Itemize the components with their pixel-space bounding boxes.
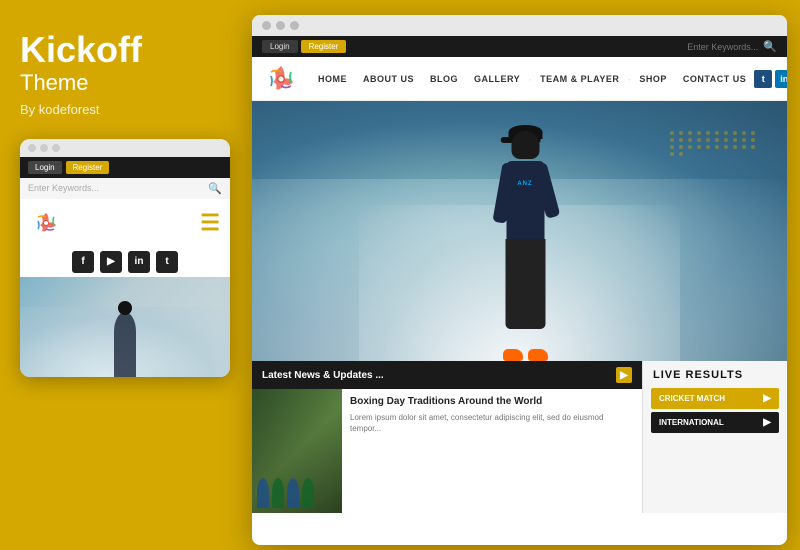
- live-results-panel: LIVE RESULTS CRICKET MATCH ▶ INTERNATION…: [642, 361, 787, 513]
- desktop-search-input[interactable]: [641, 42, 758, 52]
- chrome-dot-2: [40, 144, 48, 152]
- mobile-register-button[interactable]: Register: [66, 161, 110, 174]
- mobile-search-bar: Enter Keywords... 🔍: [20, 178, 230, 199]
- news-thumbnail: [252, 389, 342, 513]
- player-fig-4: [302, 478, 314, 508]
- news-article-body: Lorem ipsum dolor sit amet, consectetur …: [350, 412, 634, 434]
- player-fig-2: [272, 478, 284, 508]
- news-header: Latest News & Updates ... ▶: [252, 361, 642, 389]
- bottom-section: Latest News & Updates ... ▶ Boxing Day T…: [252, 361, 787, 513]
- hero-section: ANZ: [252, 101, 787, 361]
- mobile-social-icons: f ▶ in t: [20, 247, 230, 277]
- dots-pattern: [670, 131, 757, 156]
- mobile-youtube-icon[interactable]: ▶: [100, 251, 122, 273]
- nav-team[interactable]: TEAM & PLAYER: [532, 74, 627, 84]
- browser-dot-3: [290, 21, 299, 30]
- shoe-left: [503, 349, 523, 361]
- international-result[interactable]: INTERNATIONAL ▶: [651, 412, 779, 433]
- player-head: [511, 131, 539, 159]
- chrome-dot-3: [52, 144, 60, 152]
- nav-twitter-icon[interactable]: t: [754, 70, 772, 88]
- mobile-mockup: Login Register Enter Keywords... 🔍 ☰: [20, 139, 230, 377]
- browser-dot-1: [262, 21, 271, 30]
- news-arrow-button[interactable]: ▶: [616, 367, 632, 383]
- top-bar-buttons: Login Register: [262, 40, 346, 53]
- nav-about[interactable]: ABOUT US: [355, 74, 422, 84]
- player-legs: [505, 239, 545, 329]
- nav-shop[interactable]: SHOP: [631, 74, 675, 84]
- mobile-login-button[interactable]: Login: [28, 161, 62, 174]
- brand-title: Kickoff: [20, 30, 228, 70]
- news-article-title: Boxing Day Traditions Around the World: [350, 395, 634, 408]
- mobile-logo-nav: ☰: [20, 199, 230, 247]
- mobile-linkedin-icon[interactable]: in: [128, 251, 150, 273]
- player-shoes: [503, 349, 548, 361]
- nav-gallery[interactable]: GALLERY: [466, 74, 528, 84]
- soccer-players-silhouette: [257, 478, 314, 508]
- mobile-chrome-bar: [20, 139, 230, 157]
- site-top-bar: Login Register 🔍: [252, 36, 787, 57]
- news-section: Latest News & Updates ... ▶ Boxing Day T…: [252, 361, 642, 513]
- international-arrow: ▶: [763, 417, 771, 428]
- nav-blog[interactable]: BLOG: [422, 74, 466, 84]
- mobile-twitter-icon[interactable]: t: [156, 251, 178, 273]
- mobile-search-icon[interactable]: 🔍: [208, 182, 222, 195]
- brand-subtitle: Theme: [20, 70, 228, 96]
- nav-linkedin-icon[interactable]: in: [775, 70, 787, 88]
- mobile-search-placeholder: Enter Keywords...: [28, 183, 99, 193]
- news-text-area: Boxing Day Traditions Around the World L…: [342, 389, 642, 513]
- live-results-header: LIVE RESULTS: [643, 361, 787, 385]
- cricket-match-label: CRICKET MATCH: [659, 394, 725, 403]
- main-navigation: HOME ABOUT US BLOG GALLERY · TEAM & PLAY…: [252, 57, 787, 101]
- jersey-text: ANZ: [517, 181, 532, 187]
- logo-svg-desktop: [262, 60, 300, 98]
- mobile-facebook-icon[interactable]: f: [72, 251, 94, 273]
- international-label: INTERNATIONAL: [659, 418, 724, 427]
- mobile-logo: [30, 207, 62, 239]
- browser-chrome: [252, 15, 787, 36]
- chrome-dot-1: [28, 144, 36, 152]
- hamburger-icon[interactable]: ☰: [200, 210, 220, 236]
- nav-items: HOME ABOUT US BLOG GALLERY · TEAM & PLAY…: [310, 72, 754, 86]
- player-fig-1: [257, 478, 269, 508]
- mobile-hero-bg: [20, 277, 230, 377]
- desktop-search-icon[interactable]: 🔍: [763, 40, 777, 53]
- mobile-header-bar: Login Register: [20, 157, 230, 178]
- mobile-hero-image: [20, 277, 230, 377]
- nav-social-icons: t in ▶ f: [754, 70, 787, 88]
- left-panel: Kickoff Theme By kodeforest Login Regist…: [0, 0, 248, 550]
- logo-svg: [30, 207, 62, 239]
- nav-home[interactable]: HOME: [310, 74, 355, 84]
- hero-player-figure: ANZ: [470, 131, 580, 361]
- nav-contact[interactable]: CONTACT US: [675, 74, 754, 84]
- news-content: Boxing Day Traditions Around the World L…: [252, 389, 642, 513]
- desktop-login-button[interactable]: Login: [262, 40, 298, 53]
- nav-logo: [262, 60, 300, 98]
- brand-author: By kodeforest: [20, 102, 228, 117]
- desktop-mockup: Login Register 🔍 HOME ABOUT US BLOG GAL: [252, 15, 787, 545]
- top-search-area: 🔍: [641, 40, 777, 53]
- player-fig-3: [287, 478, 299, 508]
- desktop-register-button[interactable]: Register: [301, 40, 347, 53]
- news-header-text: Latest News & Updates ...: [262, 370, 384, 381]
- cricket-match-arrow: ▶: [763, 393, 771, 404]
- shoe-right: [528, 349, 548, 361]
- cricket-match-result[interactable]: CRICKET MATCH ▶: [651, 388, 779, 409]
- browser-dot-2: [276, 21, 285, 30]
